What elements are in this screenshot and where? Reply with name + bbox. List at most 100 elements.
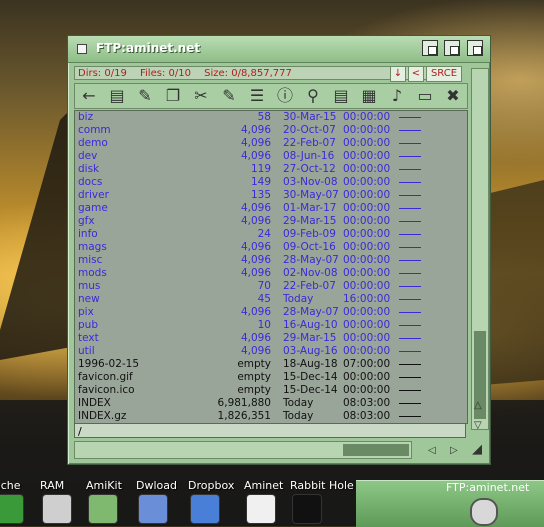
horizontal-scrollbar[interactable]	[74, 441, 412, 459]
list-item[interactable]: pix 4,096 28-May-07 00:00:00	[75, 306, 467, 319]
scroll-down-icon[interactable]: ▽	[474, 420, 482, 431]
list-item[interactable]: INDEX 6,981,880 Today 08:03:00	[75, 397, 467, 410]
close-icon[interactable]: ✖	[442, 86, 464, 106]
entry-size: 10	[257, 319, 271, 331]
horizontal-scroll-knob[interactable]	[343, 444, 409, 456]
entry-date: 08-Jun-16	[283, 150, 335, 162]
entry-time: 08:03:00	[343, 410, 391, 422]
list-item[interactable]: text 4,096 29-Mar-15 00:00:00	[75, 332, 467, 345]
entry-size: 58	[257, 111, 271, 123]
list-item[interactable]: comm 4,096 20-Oct-07 00:00:00	[75, 124, 467, 137]
list-item[interactable]: mus 70 22-Feb-07 00:00:00	[75, 280, 467, 293]
dock-icon[interactable]	[138, 494, 168, 524]
entry-size: 4,096	[240, 137, 271, 149]
iconify-button[interactable]	[422, 40, 438, 56]
entry-size: 24	[257, 228, 271, 240]
dock-label: Dropbox	[188, 479, 235, 492]
title-bar[interactable]: FTP:aminet.net	[68, 36, 490, 63]
protection-dash	[399, 364, 421, 365]
list-item[interactable]: info 24 09-Feb-09 00:00:00	[75, 228, 467, 241]
entry-size: 4,096	[240, 254, 271, 266]
entry-time: 16:00:00	[343, 293, 391, 305]
scroll-left-icon[interactable]: ◁	[428, 445, 436, 456]
list-item[interactable]: game 4,096 01-Mar-17 00:00:00	[75, 202, 467, 215]
menu-icon[interactable]: ☰	[246, 86, 268, 106]
dock-icon[interactable]	[42, 494, 72, 524]
back-arrow-icon[interactable]: ←	[78, 86, 100, 106]
vertical-scrollbar[interactable]	[471, 68, 489, 430]
dock-icon[interactable]	[88, 494, 118, 524]
list-item[interactable]: docs 149 03-Nov-08 00:00:00	[75, 176, 467, 189]
text-icon[interactable]: ▤	[330, 86, 352, 106]
grid-icon[interactable]: ▦	[358, 86, 380, 106]
protection-dash	[399, 130, 421, 131]
list-item[interactable]: dev 4,096 08-Jun-16 00:00:00	[75, 150, 467, 163]
list-item[interactable]: demo 4,096 22-Feb-07 00:00:00	[75, 137, 467, 150]
dock-icon[interactable]	[0, 494, 24, 524]
size-count: Size: 0/8,857,777	[204, 68, 292, 79]
trash-icon[interactable]: ▭	[414, 86, 436, 106]
list-item[interactable]: favicon.gif empty 15-Dec-14 00:00:00	[75, 371, 467, 384]
resize-icon[interactable]: ◢	[472, 442, 482, 457]
list-item[interactable]: util 4,096 03-Aug-16 00:00:00	[75, 345, 467, 358]
list-item[interactable]: new 45 Today 16:00:00	[75, 293, 467, 306]
edit-icon[interactable]: ✎	[134, 86, 156, 106]
back-button[interactable]: <	[408, 66, 424, 82]
scroll-up-icon[interactable]: △	[474, 400, 482, 411]
list-item[interactable]: disk 119 27-Oct-12 00:00:00	[75, 163, 467, 176]
entry-time: 00:00:00	[343, 176, 391, 188]
active-window-label: FTP:aminet.net	[446, 481, 530, 494]
entry-date: 16-Aug-10	[283, 319, 338, 331]
entry-time: 00:00:00	[343, 111, 391, 123]
dock-active-area[interactable]: FTP:aminet.net	[356, 480, 544, 527]
info-icon[interactable]: ⓘ	[274, 86, 296, 106]
list-item[interactable]: 1996-02-15 empty 18-Aug-18 07:00:00	[75, 358, 467, 371]
list-item[interactable]: driver 135 30-May-07 00:00:00	[75, 189, 467, 202]
dock-icon[interactable]	[292, 494, 322, 524]
gear-icon[interactable]	[470, 498, 498, 526]
entry-name: misc	[78, 254, 103, 266]
list-item[interactable]: misc 4,096 28-May-07 00:00:00	[75, 254, 467, 267]
list-item[interactable]: mods 4,096 02-Nov-08 00:00:00	[75, 267, 467, 280]
list-item[interactable]: INDEX.gz 1,826,351 Today 08:03:00	[75, 410, 467, 423]
zoom-button[interactable]	[444, 40, 460, 56]
list-item[interactable]: biz 58 30-Mar-15 00:00:00	[75, 111, 467, 124]
entry-date: 03-Aug-16	[283, 345, 338, 357]
entry-name: new	[78, 293, 100, 305]
list-icon[interactable]: ▤	[106, 86, 128, 106]
protection-dash	[399, 117, 421, 118]
entry-name: driver	[78, 189, 109, 201]
list-item[interactable]: gfx 4,096 29-Mar-15 00:00:00	[75, 215, 467, 228]
entry-size: empty	[237, 371, 271, 383]
list-item[interactable]: mags 4,096 09-Oct-16 00:00:00	[75, 241, 467, 254]
entry-name: game	[78, 202, 108, 214]
entry-time: 00:00:00	[343, 254, 391, 266]
paste-icon[interactable]: ✎	[218, 86, 240, 106]
protection-dash	[399, 182, 421, 183]
dock-label: AmiKit	[86, 479, 122, 492]
ftp-window: FTP:aminet.net Dirs: 0/19 Files: 0/10 Si…	[67, 35, 491, 465]
protection-dash	[399, 390, 421, 391]
path-field[interactable]: /	[74, 423, 466, 438]
down-button[interactable]: ↓	[390, 66, 406, 82]
protection-dash	[399, 247, 421, 248]
close-window-button[interactable]	[77, 44, 87, 54]
protection-dash	[399, 156, 421, 157]
list-item[interactable]: pub 10 16-Aug-10 00:00:00	[75, 319, 467, 332]
entry-name: docs	[78, 176, 103, 188]
entry-name: mags	[78, 241, 107, 253]
search-icon[interactable]: ⚲	[302, 86, 324, 106]
scroll-right-icon[interactable]: ▷	[450, 445, 458, 456]
entry-date: 28-May-07	[283, 254, 339, 266]
dock-icon[interactable]	[246, 494, 276, 524]
source-button[interactable]: SRCE	[426, 66, 462, 82]
entry-time: 00:00:00	[343, 150, 391, 162]
entry-date: 02-Nov-08	[283, 267, 338, 279]
depth-button[interactable]	[467, 40, 483, 56]
dock-icon[interactable]	[190, 494, 220, 524]
cut-icon[interactable]: ✂	[190, 86, 212, 106]
entry-name: pix	[78, 306, 94, 318]
audio-icon[interactable]: ♪	[386, 86, 408, 106]
copy-icon[interactable]: ❐	[162, 86, 184, 106]
list-item[interactable]: favicon.ico empty 15-Dec-14 00:00:00	[75, 384, 467, 397]
